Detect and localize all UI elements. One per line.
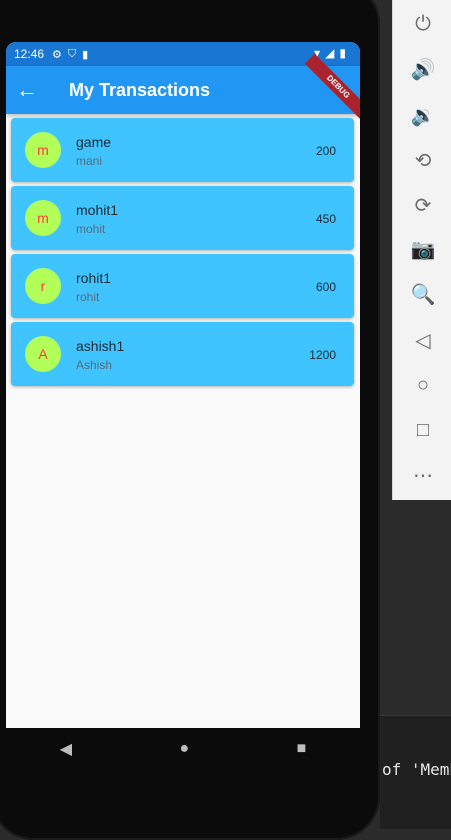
android-nav-bar: ◀ ● ■ [6, 728, 360, 770]
avatar: m [25, 200, 61, 236]
page-title: My Transactions [69, 79, 211, 100]
nav-home-icon[interactable]: ○ [412, 374, 434, 396]
volume-down-icon[interactable]: 🔉 [411, 104, 436, 127]
emulator-side-panel: ⏻ 🔊 🔉 ⟲ ⟳ 📷 🔍 ◁ ○ □ ⋯ [392, 0, 451, 500]
transaction-title: ashish1 [76, 338, 125, 354]
avatar: r [25, 268, 61, 304]
arrow-left-icon[interactable]: ← [16, 77, 60, 103]
signal-icon: ◢ [325, 46, 335, 60]
transaction-amount: 200 [315, 144, 336, 158]
transaction-subtitle: mohit [76, 222, 106, 236]
phone-screen: 12:46 ⚙ ⛉ ▮ ▾ ◢ ▮ ← My Transactions DEBU… [6, 42, 360, 728]
transaction-subtitle: mani [76, 154, 103, 168]
transaction-title: mohit1 [76, 202, 119, 218]
nav-back-icon[interactable]: ◁ [412, 329, 434, 352]
status-icons: ⚙ ⛉ ▮ [52, 48, 88, 61]
triangle-back-icon[interactable]: ◀ [60, 739, 72, 759]
power-icon[interactable]: ⏻ [412, 13, 434, 35]
transaction-subtitle: rohit [76, 290, 100, 304]
transaction-subtitle: Ashish [76, 358, 113, 372]
zoom-in-icon[interactable]: 🔍 [411, 283, 436, 306]
volume-up-icon[interactable]: 🔊 [411, 58, 436, 81]
transaction-card[interactable]: m game mani 200 [11, 118, 354, 182]
rotate-left-icon[interactable]: ⟲ [412, 149, 434, 172]
battery-icon: ▮ [339, 46, 346, 60]
more-icon[interactable]: ⋯ [412, 464, 434, 487]
transaction-amount: 1200 [309, 348, 336, 362]
transaction-amount: 450 [315, 212, 336, 226]
camera-icon[interactable]: 📷 [411, 238, 436, 261]
transaction-card[interactable]: r rohit1 rohit 600 [11, 254, 354, 318]
shield-icon: ⛉ [67, 47, 77, 60]
app-bar: ← My Transactions DEBUG [6, 53, 360, 121]
transaction-card[interactable]: A ashish1 Ashish 1200 [11, 322, 354, 386]
ide-console-text: of 'Memb [382, 760, 451, 779]
avatar: A [25, 336, 61, 372]
rotate-right-icon[interactable]: ⟳ [412, 194, 434, 217]
circle-home-icon[interactable]: ● [179, 740, 189, 758]
sd-card-icon: ▮ [82, 48, 89, 61]
status-time: 12:46 [14, 47, 45, 61]
square-overview-icon[interactable]: ■ [297, 740, 307, 758]
avatar: m [25, 132, 61, 168]
transaction-card[interactable]: m mohit1 mohit 450 [11, 186, 354, 250]
nav-overview-icon[interactable]: □ [412, 419, 434, 441]
transaction-title: game [76, 134, 112, 150]
settings-icon: ⚙ [52, 48, 62, 61]
transaction-amount: 600 [315, 280, 336, 294]
transaction-title: rohit1 [76, 270, 112, 286]
